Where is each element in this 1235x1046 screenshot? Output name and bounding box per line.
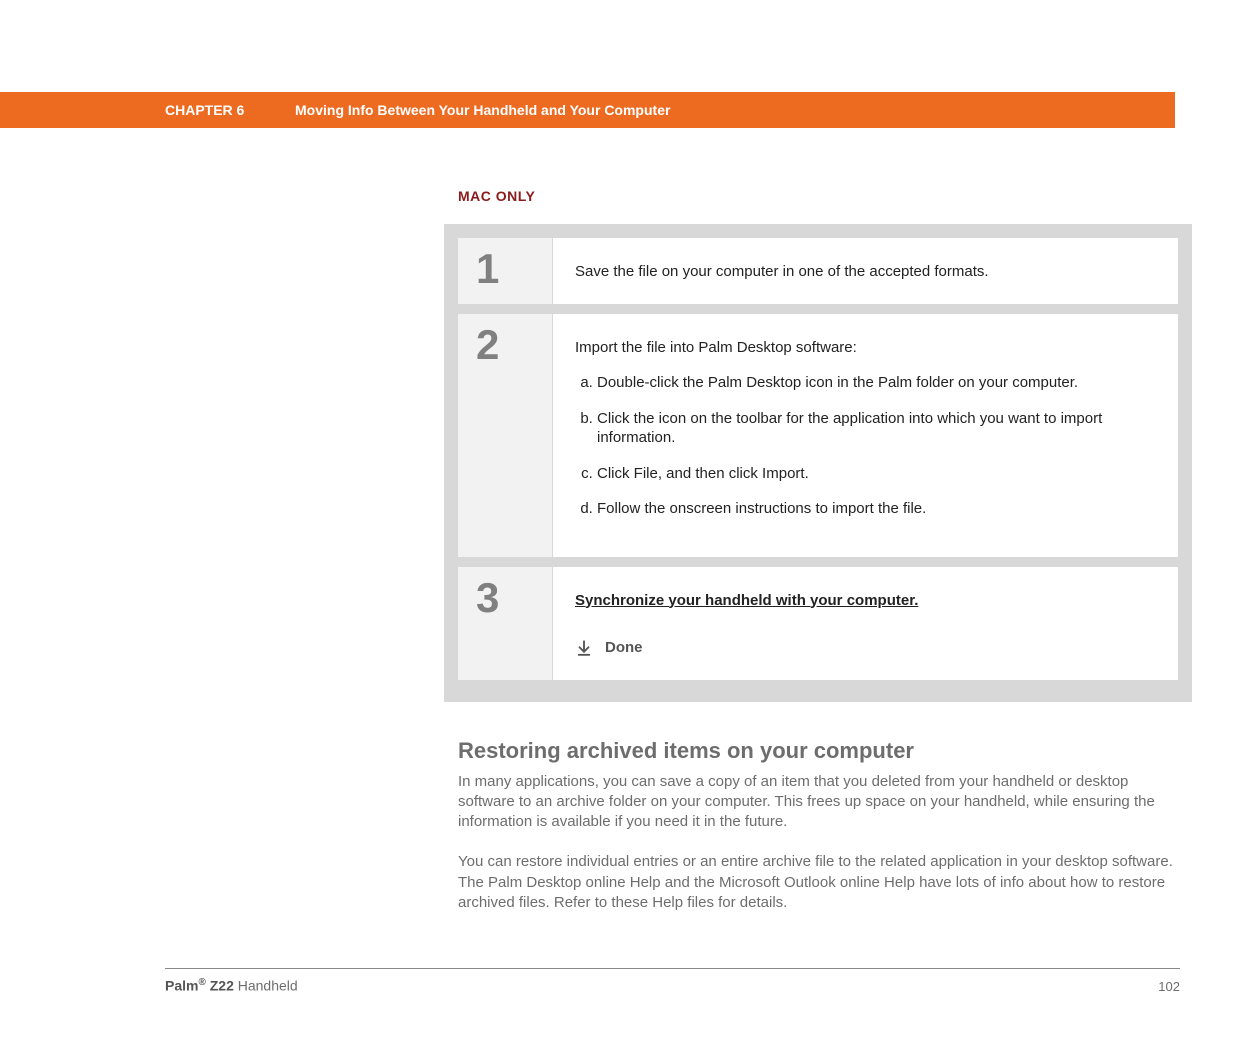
done-label: Done [605, 638, 643, 658]
content-column: MAC ONLY 1 Save the file on your compute… [458, 128, 1178, 913]
chapter-title: Moving Info Between Your Handheld and Yo… [295, 102, 1175, 118]
step-row-2: 2 Import the file into Palm Desktop soft… [458, 314, 1178, 557]
step-body: Import the file into Palm Desktop softwa… [553, 314, 1178, 557]
arrow-down-icon [575, 639, 593, 657]
step-row-3: 3 Synchronize your handheld with your co… [458, 567, 1178, 680]
registered-icon: ® [198, 977, 205, 988]
step-number: 2 [458, 314, 553, 557]
footer-brand-suffix: Handheld [234, 978, 298, 994]
step-2c: Click File, and then click Import. [597, 464, 1156, 484]
section-para-2: You can restore individual entries or an… [458, 852, 1178, 913]
section-para-1: In many applications, you can save a cop… [458, 772, 1178, 833]
page-number: 102 [1158, 979, 1180, 994]
footer-brand-prefix: Palm [165, 978, 198, 994]
step-2-substeps: Double-click the Palm Desktop icon in th… [575, 373, 1156, 519]
footer: Palm® Z22 Handheld 102 [165, 968, 1180, 994]
step-body: Synchronize your handheld with your comp… [553, 567, 1178, 680]
chapter-label: CHAPTER 6 [0, 102, 295, 118]
done-row: Done [575, 638, 1156, 658]
step-2-intro: Import the file into Palm Desktop softwa… [575, 339, 857, 356]
step-2b: Click the icon on the toolbar for the ap… [597, 409, 1156, 448]
step-2a: Double-click the Palm Desktop icon in th… [597, 373, 1156, 393]
section-heading: Restoring archived items on your compute… [458, 738, 1178, 764]
footer-product: Palm® Z22 Handheld [165, 977, 298, 994]
step-2d: Follow the onscreen instructions to impo… [597, 499, 1156, 519]
step-row-1: 1 Save the file on your computer in one … [458, 238, 1178, 304]
synchronize-link[interactable]: Synchronize your handheld with your comp… [575, 591, 918, 611]
mac-only-label: MAC ONLY [458, 188, 1178, 204]
step-1-text: Save the file on your computer in one of… [575, 263, 989, 280]
step-number: 3 [458, 567, 553, 680]
footer-brand-model: Z22 [206, 978, 234, 994]
steps-box: 1 Save the file on your computer in one … [444, 224, 1192, 702]
step-number: 1 [458, 238, 553, 304]
header-bar: CHAPTER 6 Moving Info Between Your Handh… [0, 92, 1175, 128]
step-body: Save the file on your computer in one of… [553, 238, 1178, 304]
